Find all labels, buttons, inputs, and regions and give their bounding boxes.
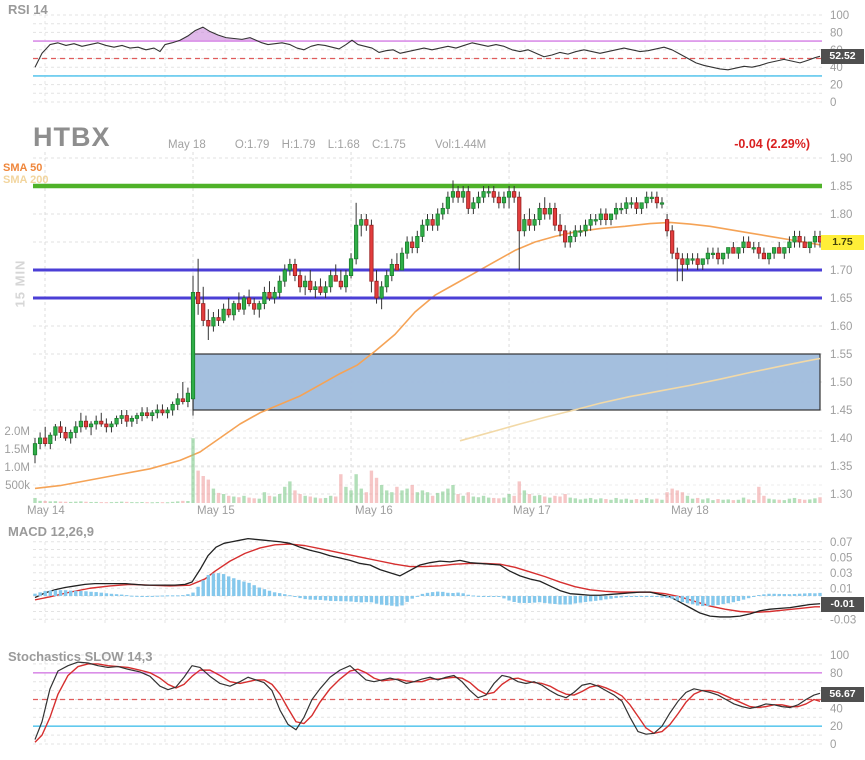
svg-text:1.80: 1.80	[830, 209, 852, 221]
svg-text:May 16: May 16	[355, 505, 393, 517]
stoch-value-badge: 56.67	[821, 687, 864, 702]
rsi-panel-title: RSI 14	[8, 2, 48, 17]
svg-text:May 15: May 15	[197, 505, 235, 517]
svg-text:0.07: 0.07	[830, 537, 852, 549]
svg-text:1.70: 1.70	[830, 265, 852, 277]
symbol-title: HTBX	[33, 122, 111, 153]
svg-text:100: 100	[830, 650, 849, 662]
stoch-panel-title: Stochastics SLOW 14,3	[8, 649, 153, 664]
info-date: May 18	[168, 139, 206, 151]
rsi-panel[interactable]: 100806040200	[33, 10, 849, 109]
svg-text:0.01: 0.01	[830, 583, 852, 595]
rsi-value-badge: 52.52	[821, 49, 864, 64]
macd-panel[interactable]: 0.070.050.030.01-0.01-0.03	[33, 537, 856, 627]
info-open: O:1.79	[235, 139, 270, 151]
svg-text:1.65: 1.65	[830, 293, 852, 305]
svg-text:0: 0	[830, 739, 836, 751]
svg-text:80: 80	[830, 27, 843, 39]
svg-text:1.30: 1.30	[830, 489, 852, 501]
svg-text:May 18: May 18	[671, 505, 709, 517]
macd-histogram[interactable]	[33, 573, 821, 606]
info-close: C:1.75	[372, 139, 406, 151]
svg-text:1.60: 1.60	[830, 321, 852, 333]
svg-text:1.55: 1.55	[830, 349, 852, 361]
info-volume: Vol:1.44M	[435, 139, 486, 151]
stoch-panel[interactable]: 100 80 40 20 0	[33, 650, 849, 751]
macd-panel-title: MACD 12,26,9	[8, 524, 94, 539]
svg-text:2.0M: 2.0M	[4, 426, 30, 438]
candlesticks[interactable]	[33, 180, 821, 463]
svg-text:0.05: 0.05	[830, 552, 852, 564]
svg-text:20: 20	[830, 721, 843, 733]
timeframe-label: 15 MIN	[13, 246, 28, 322]
svg-text:-0.03: -0.03	[830, 614, 856, 626]
svg-text:1.5M: 1.5M	[4, 444, 30, 456]
svg-text:1.90: 1.90	[830, 153, 852, 165]
price-change-label: -0.04 (2.29%)	[734, 137, 810, 151]
chart-canvas[interactable]: 1008060402001.901.851.801.751.701.651.60…	[0, 0, 865, 760]
svg-text:1.0M: 1.0M	[4, 462, 30, 474]
svg-text:1.35: 1.35	[830, 461, 852, 473]
svg-text:1.85: 1.85	[830, 181, 852, 193]
sma50-legend-label: SMA 50	[3, 163, 42, 174]
volume-bars[interactable]	[33, 438, 821, 503]
svg-text:1.40: 1.40	[830, 433, 852, 445]
svg-text:500k: 500k	[5, 480, 30, 492]
svg-text:1.45: 1.45	[830, 405, 852, 417]
last-price-badge: 1.75	[821, 235, 864, 250]
svg-text:80: 80	[830, 668, 843, 680]
info-low: L:1.68	[328, 139, 360, 151]
svg-text:1.50: 1.50	[830, 377, 852, 389]
svg-text:0: 0	[830, 97, 836, 109]
svg-text:May 14: May 14	[27, 505, 65, 517]
price-panel[interactable]: 1.901.851.801.751.701.651.601.551.501.45…	[4, 152, 852, 517]
svg-text:0.03: 0.03	[830, 568, 852, 580]
stock-chart-app: 1008060402001.901.851.801.751.701.651.60…	[0, 0, 865, 760]
sma200-legend-label: SMA 200	[3, 175, 48, 186]
macd-value-badge: -0.01	[821, 597, 864, 612]
svg-text:May 17: May 17	[513, 505, 551, 517]
svg-text:40: 40	[830, 703, 843, 715]
ohlc-info-row: May 18 O:1.79 H:1.79 L:1.68 C:1.75 Vol:1…	[168, 139, 495, 151]
svg-text:20: 20	[830, 80, 843, 92]
info-high: H:1.79	[282, 139, 316, 151]
svg-text:100: 100	[830, 10, 849, 22]
